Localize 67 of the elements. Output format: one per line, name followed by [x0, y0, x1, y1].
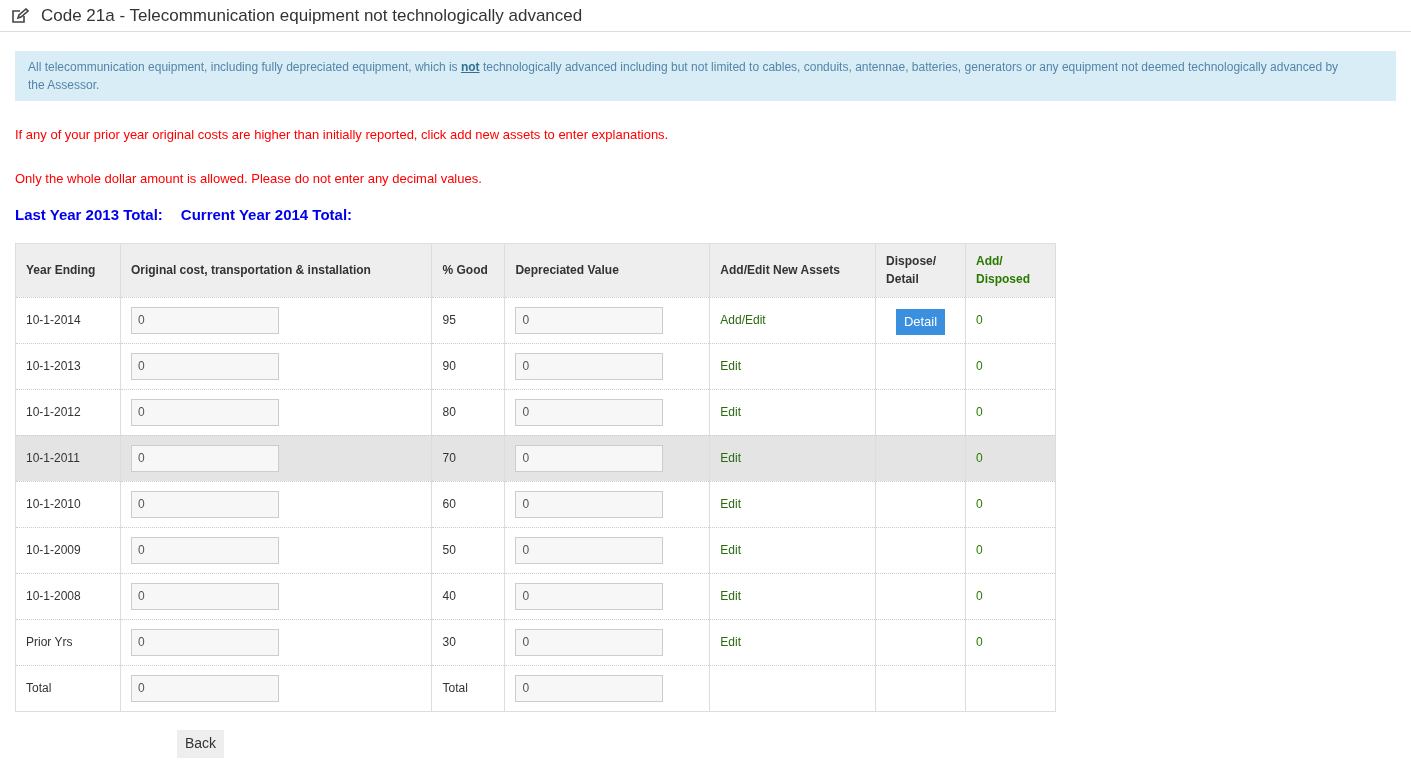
page-title: Code 21a - Telecommunication equipment not technologically advanced	[41, 4, 583, 27]
value-field[interactable]: 0	[515, 444, 664, 472]
disposed-count: 0	[976, 497, 983, 511]
cost-field[interactable]: 0	[130, 352, 279, 380]
year-cell: Prior Yrs	[26, 635, 73, 649]
year-cell: 10-1-2008	[26, 589, 81, 603]
value-field[interactable]: 0	[515, 674, 664, 702]
percent-cell: 40	[442, 589, 456, 603]
year-cell: 10-1-2011	[26, 451, 80, 465]
total-label: Current Year 2014 Total:	[180, 205, 353, 225]
disposed-count: 0	[976, 405, 983, 419]
year-cell: 10-1-2010	[26, 497, 81, 511]
disposed-count: 0	[976, 313, 983, 327]
percent-cell: 80	[442, 405, 456, 419]
cost-field[interactable]: 0	[130, 490, 279, 518]
value-field[interactable]: 0	[515, 352, 664, 380]
edit-link[interactable]: Edit	[720, 635, 741, 649]
column-header: Dispose/ Detail	[886, 254, 937, 286]
edit-link[interactable]: Add/Edit	[720, 313, 766, 327]
percent-cell: 30	[442, 635, 456, 649]
column-header: Depreciated Value	[515, 263, 619, 277]
column-header: Add/ Disposed	[976, 254, 1030, 286]
value-field[interactable]: 0	[515, 582, 664, 610]
cost-field[interactable]: 0	[130, 628, 279, 656]
cost-field[interactable]: 0	[130, 398, 279, 426]
cost-field[interactable]: 0	[130, 674, 279, 702]
disposed-count: 0	[976, 589, 983, 603]
total-label: Last Year 2013 Total:	[15, 205, 163, 225]
year-cell: 10-1-2013	[26, 359, 81, 373]
total-label: Total	[442, 681, 468, 695]
year-cell: 10-1-2012	[26, 405, 81, 419]
year-cell: 10-1-2009	[26, 543, 81, 557]
edit-link[interactable]: Edit	[720, 451, 741, 465]
column-header: Year Ending	[26, 263, 96, 277]
disposed-count: 0	[976, 543, 983, 557]
edit-link[interactable]: Edit	[720, 589, 741, 603]
percent-cell: 60	[442, 497, 456, 511]
edit-icon	[11, 7, 29, 24]
cost-field[interactable]: 0	[130, 444, 279, 472]
cost-field[interactable]: 0	[130, 536, 279, 564]
value-field[interactable]: 0	[515, 536, 664, 564]
percent-cell: 50	[442, 543, 456, 557]
column-header: Add/Edit New Assets	[720, 263, 840, 277]
edit-link[interactable]: Edit	[720, 497, 741, 511]
edit-link[interactable]: Edit	[720, 359, 741, 373]
value-field[interactable]: 0	[515, 398, 664, 426]
back-button[interactable]: Back	[177, 729, 225, 758]
info-alert: All telecommunication equipment, including fully depreciated equipment, which is not technologically advanced including but not limited to cables, conduits, antennae, batteries, generators or any equipment not deemed technologically advanced by the Assessor.	[15, 51, 1396, 101]
edit-link[interactable]: Edit	[720, 543, 741, 557]
value-field[interactable]: 0	[515, 306, 664, 334]
warning-text: If any of your prior year original costs are higher than initially reported, click add new assets to enter explanations.	[15, 126, 670, 144]
column-header: Original cost, transportation & installation	[130, 263, 371, 277]
year-cell: 10-1-2014	[26, 313, 81, 327]
column-header: % Good	[442, 263, 488, 277]
percent-cell: 70	[442, 451, 456, 465]
edit-link[interactable]: Edit	[720, 405, 741, 419]
value-field[interactable]: 0	[515, 628, 664, 656]
value-field[interactable]: 0	[515, 490, 664, 518]
warning-text: Only the whole dollar amount is allowed. Please do not enter any decimal values.	[15, 169, 483, 188]
disposed-count: 0	[976, 359, 983, 373]
cost-field[interactable]: 0	[130, 582, 279, 610]
percent-cell: 90	[442, 359, 456, 373]
total-label: Total	[26, 681, 52, 695]
disposed-count: 0	[976, 451, 983, 465]
disposed-count: 0	[976, 635, 983, 649]
percent-cell: 95	[442, 313, 456, 327]
cost-field[interactable]: 0	[130, 306, 279, 334]
